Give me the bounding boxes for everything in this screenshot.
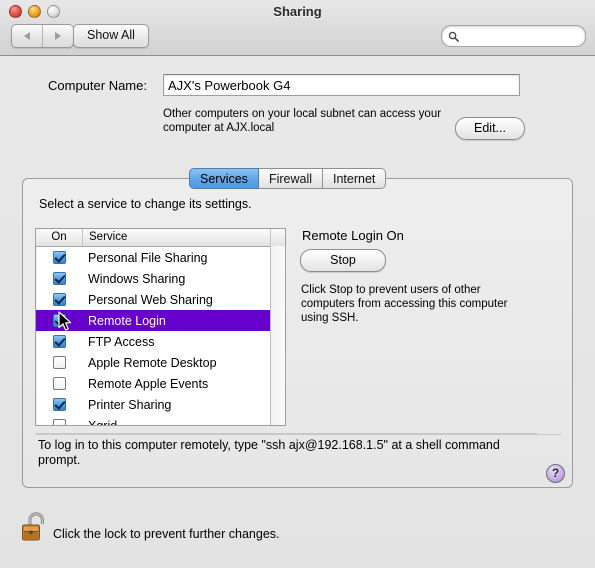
tab-firewall[interactable]: Firewall	[258, 168, 323, 189]
services-list[interactable]: On Service Personal File Sharing Windows…	[35, 228, 286, 426]
back-arrow-icon	[24, 32, 30, 40]
edit-button[interactable]: Edit...	[455, 117, 525, 140]
checkbox-icon[interactable]	[52, 377, 66, 390]
service-status-title: Remote Login On	[302, 228, 404, 243]
service-name: Remote Apple Events	[88, 376, 209, 391]
remote-login-instructions: To log in to this computer remotely, typ…	[38, 438, 500, 467]
computer-name-row: Computer Name:	[0, 74, 595, 100]
table-row[interactable]: Windows Sharing	[36, 268, 285, 289]
checkbox-icon[interactable]	[52, 272, 66, 285]
search-icon	[448, 31, 459, 42]
subnet-description: Other computers on your local subnet can…	[163, 108, 442, 134]
table-row[interactable]: Remote Apple Events	[36, 373, 285, 394]
table-row[interactable]: Apple Remote Desktop	[36, 352, 285, 373]
checkbox-icon[interactable]	[52, 419, 66, 425]
services-list-scrollbar[interactable]	[270, 246, 285, 425]
sharing-preferences-window: Sharing Show All Computer Name: AJX's Po…	[0, 0, 595, 568]
service-checkbox-cell[interactable]	[36, 272, 82, 285]
table-row-selected[interactable]: Remote Login	[36, 310, 285, 331]
back-button[interactable]	[12, 25, 42, 47]
service-description: Click Stop to prevent users of other com…	[301, 284, 508, 324]
tab-bar: Services Firewall Internet	[189, 168, 387, 189]
service-checkbox-cell[interactable]	[36, 293, 82, 306]
service-name: Apple Remote Desktop	[88, 355, 217, 370]
tab-services[interactable]: Services	[189, 168, 259, 189]
forward-arrow-icon	[55, 32, 61, 40]
computer-name-input[interactable]	[164, 75, 519, 95]
computer-name-label: Computer Name:	[48, 78, 147, 93]
service-name: Xgrid	[88, 418, 118, 426]
navigation-segmented-control[interactable]	[11, 24, 74, 48]
table-row[interactable]: Xgrid	[36, 415, 285, 426]
checkbox-icon[interactable]	[52, 314, 66, 327]
column-header-on[interactable]: On	[36, 229, 83, 246]
service-name: Windows Sharing	[88, 271, 186, 286]
checkbox-icon[interactable]	[52, 293, 66, 306]
service-name: Remote Login	[88, 313, 166, 328]
open-padlock-icon[interactable]	[21, 509, 49, 543]
show-all-button[interactable]: Show All	[73, 24, 149, 48]
service-checkbox-cell[interactable]	[36, 335, 82, 348]
window-titlebar: Sharing Show All	[0, 0, 595, 56]
help-button[interactable]: ?	[546, 464, 565, 483]
search-field[interactable]	[441, 25, 586, 47]
checkbox-icon[interactable]	[52, 251, 66, 264]
services-rows: Personal File Sharing Windows Sharing Pe…	[36, 247, 285, 426]
computer-name-field[interactable]	[163, 74, 520, 96]
stop-button[interactable]: Stop	[300, 249, 386, 272]
window-title: Sharing	[273, 4, 322, 19]
table-row[interactable]: Printer Sharing	[36, 394, 285, 415]
panel-instruction: Select a service to change its settings.	[39, 197, 252, 211]
lock-instruction-text: Click the lock to prevent further change…	[53, 527, 280, 541]
services-list-header: On Service	[36, 229, 285, 247]
checkbox-icon[interactable]	[52, 335, 66, 348]
service-checkbox-cell[interactable]	[36, 314, 82, 327]
table-row[interactable]: FTP Access	[36, 331, 285, 352]
toolbar: Show All	[0, 24, 595, 50]
footer-divider	[35, 433, 538, 434]
service-checkbox-cell[interactable]	[36, 251, 82, 264]
forward-button[interactable]	[42, 25, 73, 47]
service-checkbox-cell[interactable]	[36, 419, 82, 425]
panel-divider	[36, 434, 561, 435]
service-checkbox-cell[interactable]	[36, 398, 82, 411]
column-header-spacer	[271, 229, 285, 246]
column-header-service[interactable]: Service	[83, 229, 271, 246]
table-row[interactable]: Personal File Sharing	[36, 247, 285, 268]
search-input[interactable]	[462, 29, 576, 43]
service-checkbox-cell[interactable]	[36, 356, 82, 369]
service-name: Personal File Sharing	[88, 250, 208, 265]
checkbox-icon[interactable]	[52, 398, 66, 411]
lock-bar: Click the lock to prevent further change…	[0, 496, 595, 568]
service-checkbox-cell[interactable]	[36, 377, 82, 390]
checkbox-icon[interactable]	[52, 356, 66, 369]
service-name: FTP Access	[88, 334, 155, 349]
tab-internet[interactable]: Internet	[323, 168, 387, 189]
service-name: Personal Web Sharing	[88, 292, 213, 307]
service-name: Printer Sharing	[88, 397, 172, 412]
table-row[interactable]: Personal Web Sharing	[36, 289, 285, 310]
